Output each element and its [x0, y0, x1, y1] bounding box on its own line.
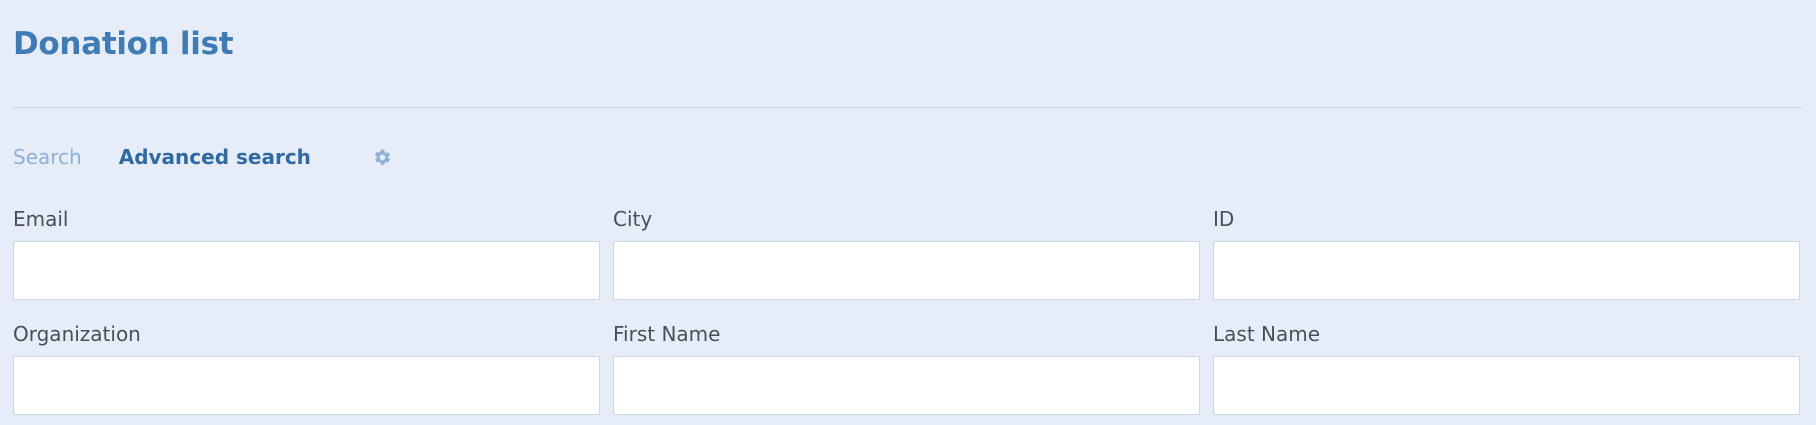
field-id: ID — [1213, 205, 1800, 300]
tab-advanced-search[interactable]: Advanced search — [119, 145, 311, 169]
organization-input[interactable] — [13, 356, 600, 415]
gear-icon[interactable] — [373, 147, 393, 167]
id-input[interactable] — [1213, 241, 1800, 300]
field-email: Email — [13, 205, 600, 300]
email-input[interactable] — [13, 241, 600, 300]
field-last-name: Last Name — [1213, 320, 1800, 415]
last-name-label: Last Name — [1213, 322, 1321, 346]
email-label: Email — [13, 207, 69, 231]
first-name-input[interactable] — [613, 356, 1200, 415]
field-organization: Organization — [13, 320, 600, 415]
field-city: City — [613, 205, 1200, 300]
header-divider — [13, 107, 1802, 108]
first-name-label: First Name — [613, 322, 721, 346]
city-label: City — [613, 207, 653, 231]
page-title: Donation list — [13, 26, 234, 62]
donation-list-page: Donation list Search Advanced search Ema… — [0, 0, 1816, 425]
city-input[interactable] — [613, 241, 1200, 300]
id-label: ID — [1213, 207, 1235, 231]
field-first-name: First Name — [613, 320, 1200, 415]
tab-search[interactable]: Search — [13, 145, 82, 169]
search-tabs: Search Advanced search — [13, 142, 393, 172]
search-form: Email City ID Organization First Name La… — [13, 205, 1800, 415]
organization-label: Organization — [13, 322, 141, 346]
gear-icon-graphic — [375, 149, 391, 165]
last-name-input[interactable] — [1213, 356, 1800, 415]
